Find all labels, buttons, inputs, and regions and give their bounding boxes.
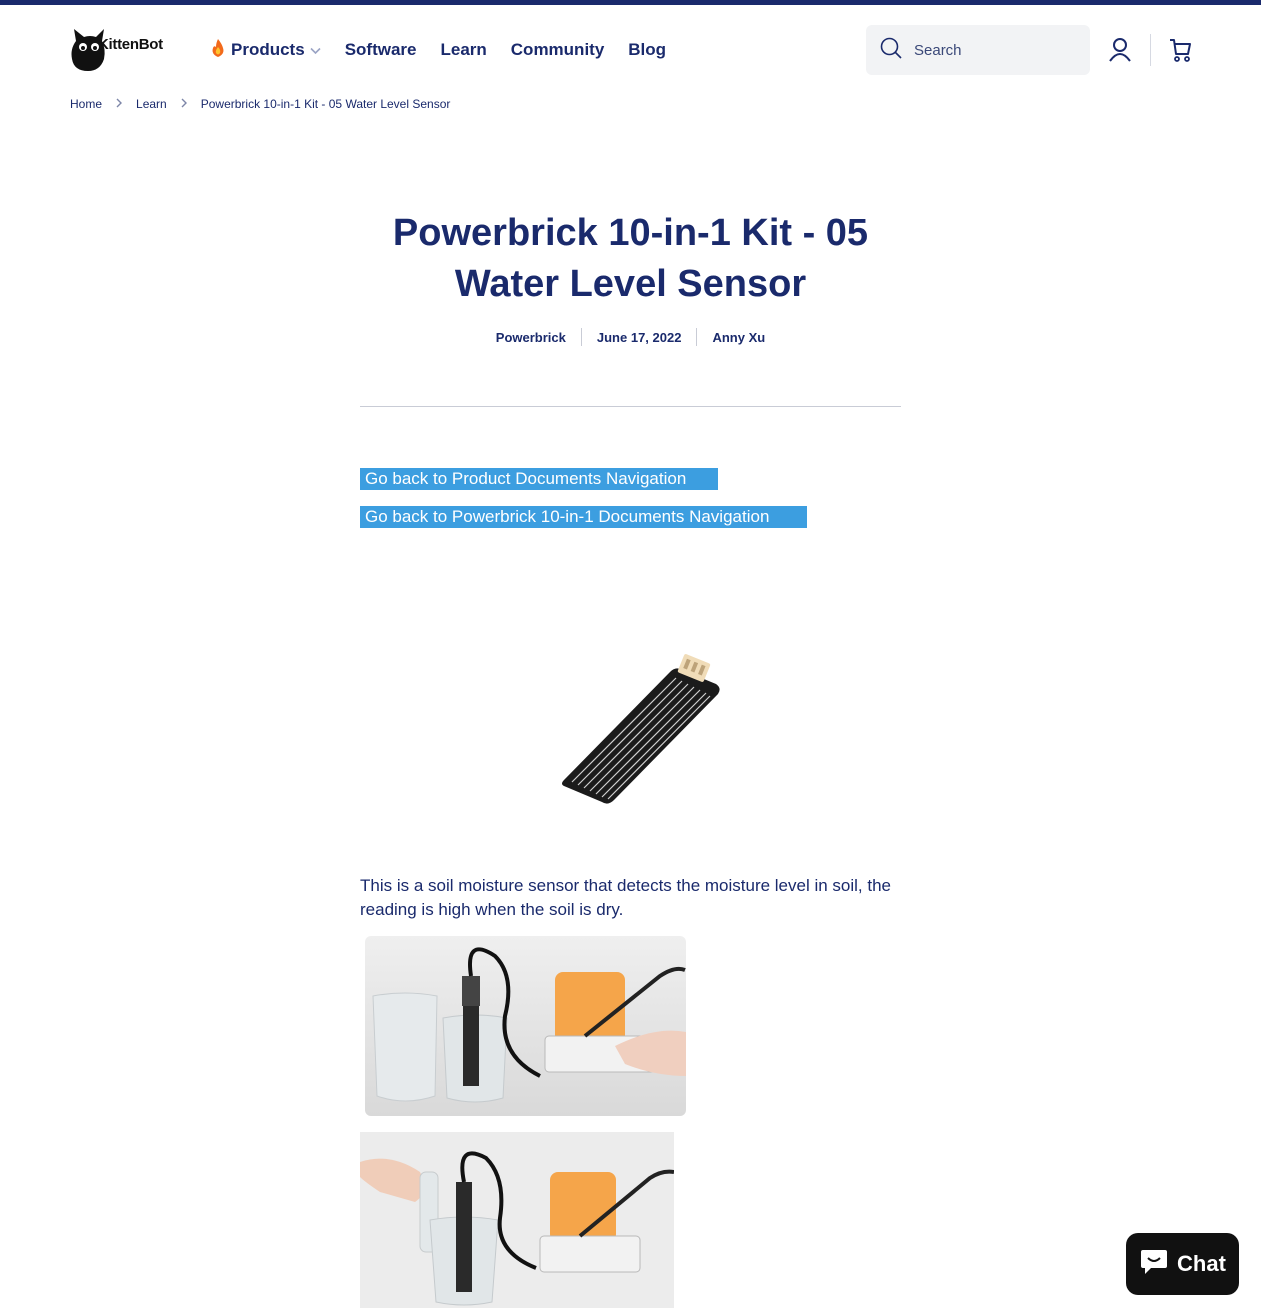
water-level-sensor-image — [548, 650, 728, 810]
account-icon[interactable] — [1108, 37, 1132, 63]
article-meta: Powerbrick June 17, 2022 Anny Xu — [360, 328, 901, 346]
top-accent-bar — [0, 0, 1261, 5]
link-powerbrick-documents-nav[interactable]: Go back to Powerbrick 10-in-1 Documents … — [360, 506, 807, 528]
demo-photo-1 — [365, 936, 686, 1116]
nav-products-label: Products — [231, 40, 305, 59]
nav-blog[interactable]: Blog — [628, 40, 666, 60]
chevron-right-icon — [181, 97, 187, 111]
cart-icon[interactable] — [1168, 37, 1192, 63]
meta-author: Anny Xu — [712, 329, 766, 345]
article-paragraph: This is a soil moisture sensor that dete… — [360, 876, 892, 919]
page-title-line-2: Water Level Sensor — [454, 263, 807, 305]
search-box[interactable] — [866, 25, 1090, 75]
meta-category[interactable]: Powerbrick — [496, 330, 566, 345]
search-input[interactable] — [912, 40, 1076, 60]
nav-community[interactable]: Community — [511, 40, 605, 60]
page-title: Powerbrick 10-in-1 Kit - 05 Water Level … — [360, 208, 901, 310]
kittenbot-logo[interactable]: KittenBot — [70, 28, 172, 72]
logo-text: KittenBot — [98, 36, 163, 53]
title-divider — [360, 406, 901, 407]
chevron-right-icon — [116, 97, 123, 111]
nav-software[interactable]: Software — [345, 40, 417, 60]
chat-label: Chat — [1177, 1251, 1226, 1276]
link-product-documents-nav[interactable]: Go back to Product Documents Navigation — [360, 468, 718, 490]
breadcrumb: Home Learn Powerbrick 10-in-1 Kit - 05 W… — [70, 95, 450, 113]
fire-icon — [210, 38, 226, 63]
meta-divider — [696, 328, 698, 346]
meta-date: June 17, 2022 — [596, 329, 682, 345]
nav-learn[interactable]: Learn — [440, 40, 486, 60]
nav-products[interactable]: Products — [210, 38, 321, 63]
meta-divider — [580, 328, 582, 346]
breadcrumb-learn[interactable]: Learn — [136, 97, 167, 111]
main-nav: Products Software Learn Community Blog — [210, 38, 690, 62]
chat-button[interactable]: Chat — [1126, 1233, 1239, 1295]
chat-bubble-icon — [1139, 1246, 1169, 1282]
breadcrumb-current: Powerbrick 10-in-1 Kit - 05 Water Level … — [200, 97, 451, 111]
search-icon[interactable] — [880, 37, 902, 64]
breadcrumb-home[interactable]: Home — [70, 97, 102, 111]
header-divider — [1150, 34, 1151, 66]
page-title-line-1: Powerbrick 10-in-1 Kit - 05 — [392, 212, 869, 254]
demo-photo-2 — [360, 1132, 674, 1308]
chevron-down-icon — [310, 40, 321, 60]
